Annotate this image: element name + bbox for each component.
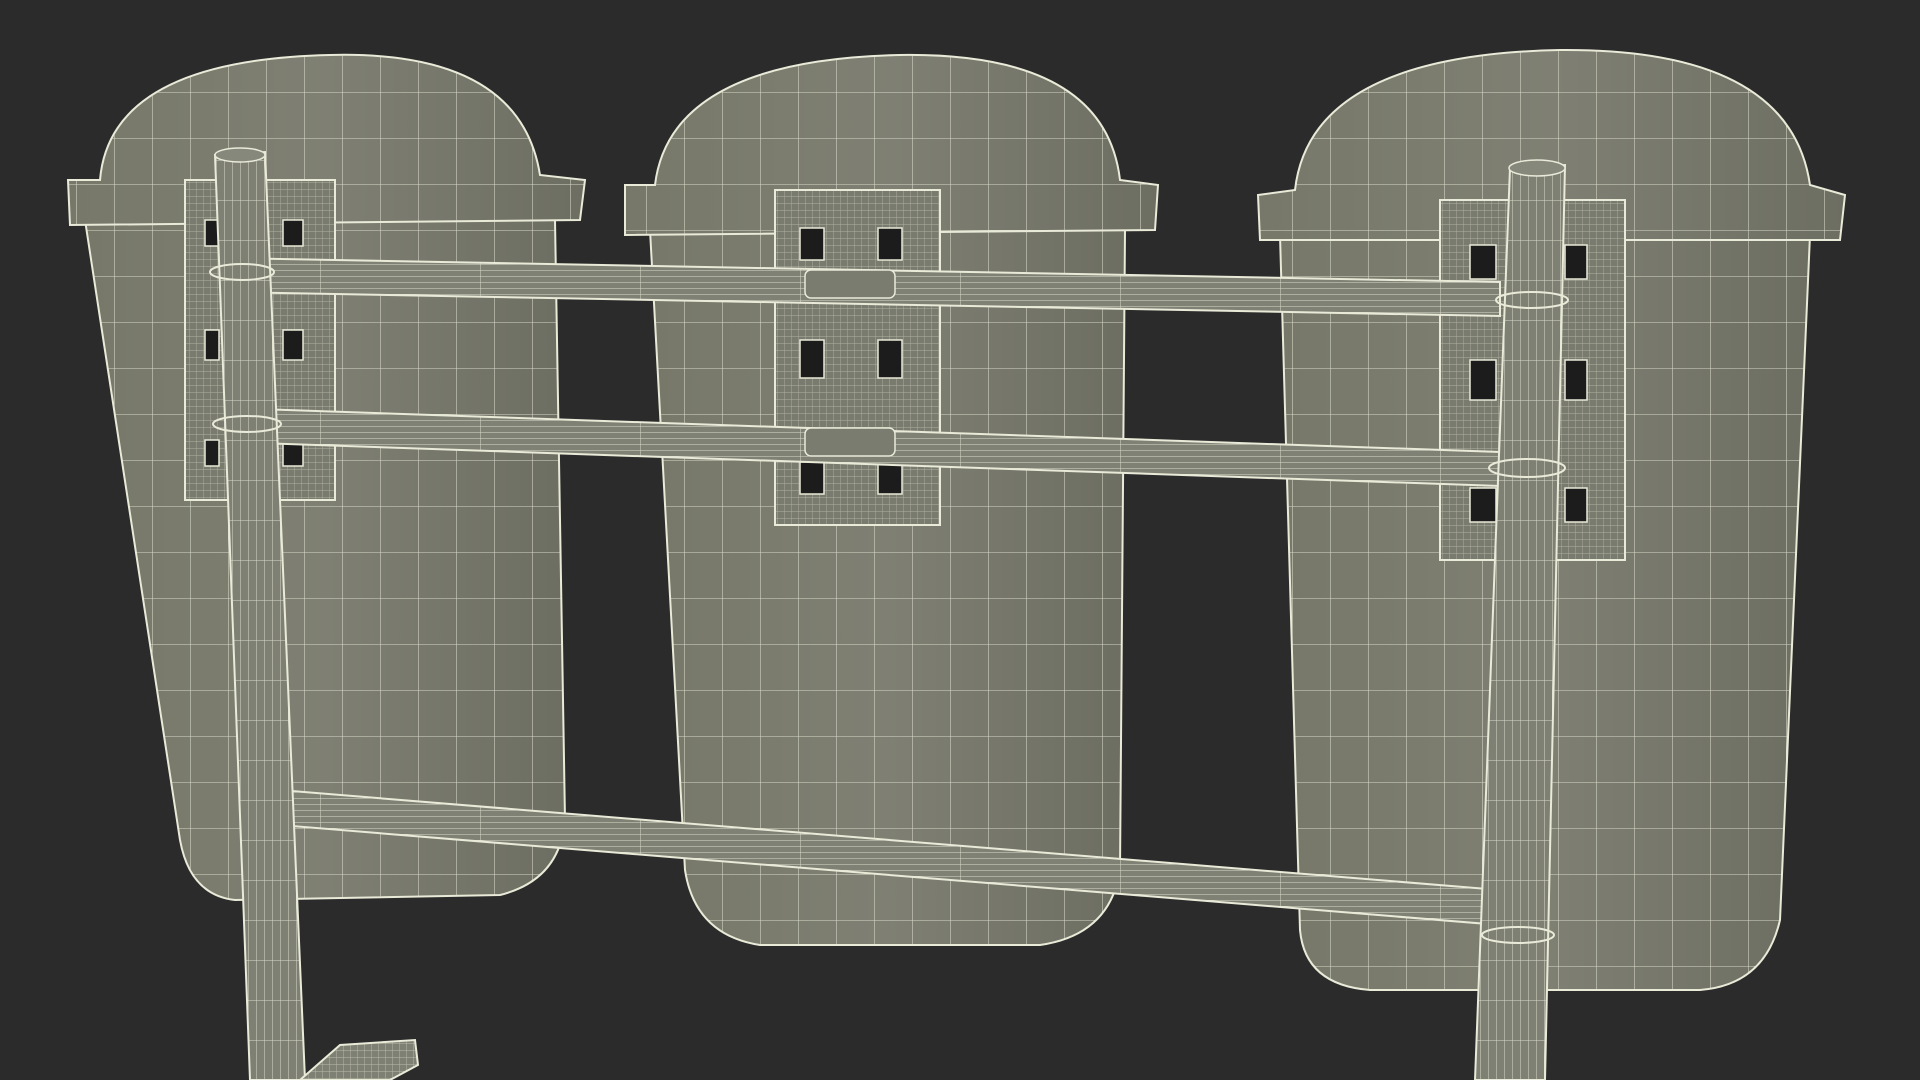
bin-center [624, 53, 1160, 946]
render-viewport [0, 0, 1920, 1080]
bin-left [66, 53, 587, 902]
wireframe-bin-rack-render [66, 48, 1847, 1080]
